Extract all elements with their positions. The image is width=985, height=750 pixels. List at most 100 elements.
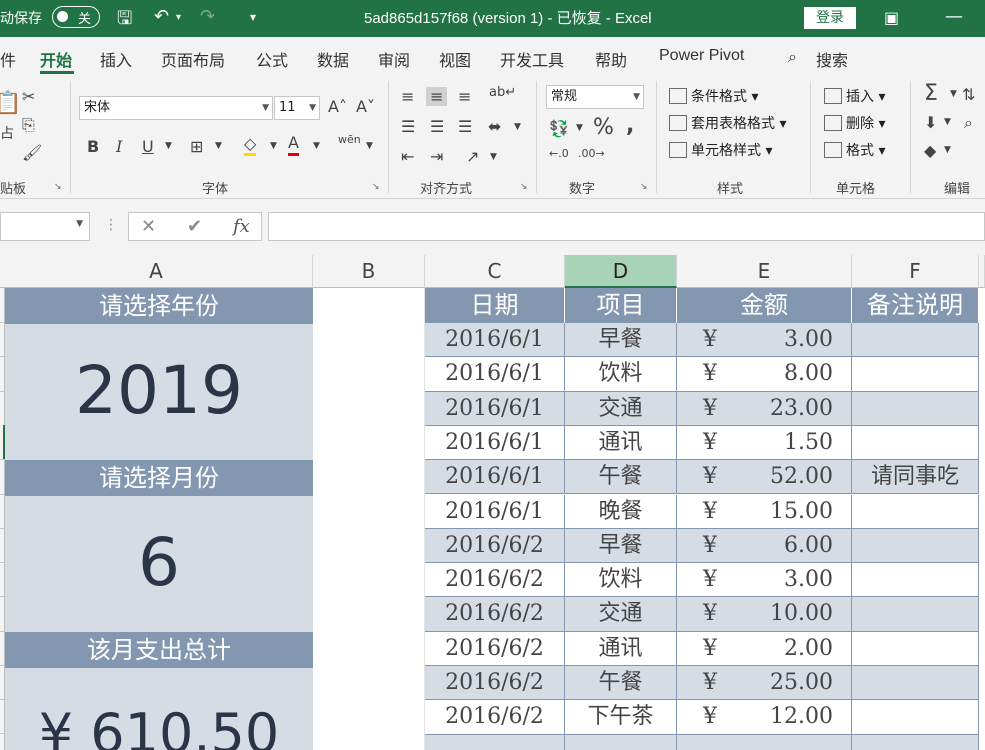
column-header-d[interactable]: D — [565, 255, 677, 288]
enter-icon[interactable]: ✔ — [187, 216, 202, 237]
insert-function-button[interactable]: fx — [233, 216, 250, 237]
insert-cells-button[interactable]: 插入 ▾ — [824, 86, 885, 106]
date-cell[interactable]: 2016/6/1 — [425, 460, 565, 494]
item-cell[interactable]: 交通 — [565, 597, 677, 631]
month-value[interactable]: 6 — [5, 496, 313, 632]
note-cell[interactable] — [852, 700, 979, 734]
item-cell[interactable]: 晚餐 — [565, 494, 677, 528]
tab-home[interactable]: 开始 — [40, 47, 72, 71]
align-center-icon[interactable]: ☰ — [430, 117, 444, 136]
amount-cell[interactable]: ¥8.00 — [677, 357, 852, 391]
clear-dropdown-icon[interactable]: ▼ — [944, 145, 951, 155]
date-cell[interactable]: 2016/6/1 — [425, 391, 565, 425]
tab-view[interactable]: 视图 — [439, 47, 471, 71]
tab-search[interactable]: 搜索 — [816, 47, 848, 71]
autosum-dropdown-icon[interactable]: ▼ — [950, 89, 957, 99]
date-cell[interactable]: 2016/6/1 — [425, 323, 565, 357]
delete-cells-button[interactable]: 删除 ▾ — [824, 113, 885, 133]
note-cell[interactable] — [852, 528, 979, 563]
item-cell[interactable]: 通讯 — [565, 631, 677, 665]
note-cell[interactable] — [852, 357, 979, 391]
align-left-icon[interactable]: ☰ — [401, 117, 415, 136]
font-size-select[interactable]: 11 ▼ — [274, 96, 320, 120]
number-launcher-icon[interactable]: ↘ — [640, 182, 648, 192]
clipboard-launcher-icon[interactable]: ↘ — [54, 182, 62, 192]
alignment-launcher-icon[interactable]: ↘ — [520, 182, 528, 192]
column-header-f[interactable]: F — [852, 255, 979, 288]
tab-help[interactable]: 帮助 — [595, 47, 627, 71]
merge-dropdown-icon[interactable]: ▼ — [514, 122, 521, 132]
fill-dropdown-icon[interactable]: ▼ — [944, 117, 951, 127]
item-cell[interactable]: 饮料 — [565, 357, 677, 391]
note-cell[interactable] — [852, 631, 979, 665]
increase-indent-icon[interactable]: ⇥ — [430, 147, 443, 166]
underline-dropdown-icon[interactable]: ▼ — [165, 141, 172, 151]
tab-formulas[interactable]: 公式 — [256, 47, 288, 71]
bold-button[interactable]: B — [87, 137, 99, 156]
undo-icon[interactable]: ↶ — [154, 6, 169, 27]
copy-icon[interactable]: ⎘ — [22, 115, 35, 135]
font-color-dropdown-icon[interactable]: ▼ — [313, 141, 320, 151]
cancel-icon[interactable]: ✕ — [141, 216, 156, 237]
undo-dropdown-icon[interactable]: ▾ — [176, 12, 181, 23]
accounting-format-icon[interactable]: 💱 — [549, 119, 569, 138]
fill-color-icon[interactable]: ◇ — [244, 135, 257, 156]
format-painter-icon[interactable]: 🖌 — [22, 143, 42, 162]
phonetic-dropdown-icon[interactable]: ▼ — [366, 141, 373, 151]
date-cell[interactable]: 2016/6/1 — [425, 357, 565, 391]
underline-button[interactable]: U — [142, 137, 154, 156]
decrease-indent-icon[interactable]: ⇤ — [401, 147, 414, 166]
align-top-icon[interactable]: ≡ — [401, 87, 414, 106]
date-cell[interactable]: 2016/6/2 — [425, 700, 565, 734]
format-cells-button[interactable]: 格式 ▾ — [824, 140, 885, 160]
tab-review[interactable]: 审阅 — [378, 47, 410, 71]
format-as-table-button[interactable]: 套用表格格式 ▾ — [669, 113, 786, 133]
decrease-decimal-icon[interactable]: .00→ — [578, 147, 605, 160]
column-header-b[interactable]: B — [313, 255, 425, 288]
percent-button[interactable]: % — [593, 115, 614, 140]
find-icon[interactable]: ⌕ — [964, 113, 973, 133]
amount-cell[interactable]: ¥3.00 — [677, 563, 852, 597]
align-bottom-icon[interactable]: ≡ — [458, 87, 471, 106]
column-header-e[interactable]: E — [677, 255, 852, 288]
note-cell[interactable] — [852, 323, 979, 357]
date-cell[interactable]: 2016/6/2 — [425, 666, 565, 700]
autosum-icon[interactable]: Σ — [924, 81, 938, 106]
font-color-icon[interactable]: A — [288, 133, 299, 156]
amount-cell[interactable]: ¥12.00 — [677, 700, 852, 734]
amount-cell[interactable] — [677, 734, 852, 750]
note-cell[interactable] — [852, 563, 979, 597]
font-name-select[interactable]: 宋体 ▼ — [79, 96, 273, 120]
date-cell[interactable]: 2016/6/1 — [425, 425, 565, 460]
align-right-icon[interactable]: ☰ — [458, 117, 472, 136]
italic-button[interactable]: I — [116, 137, 122, 156]
note-cell[interactable] — [852, 597, 979, 631]
item-cell[interactable]: 早餐 — [565, 528, 677, 563]
amount-cell[interactable]: ¥25.00 — [677, 666, 852, 700]
amount-cell[interactable]: ¥15.00 — [677, 494, 852, 528]
note-cell[interactable] — [852, 666, 979, 700]
date-cell[interactable]: 2016/6/2 — [425, 563, 565, 597]
wrap-text-icon[interactable]: ab↵ — [489, 85, 516, 100]
name-box[interactable]: ▼ — [0, 212, 90, 241]
column-header-c[interactable]: C — [425, 255, 565, 288]
increase-decimal-icon[interactable]: ←.0 — [549, 147, 569, 160]
comma-button[interactable]: , — [626, 113, 634, 138]
increase-font-icon[interactable]: A˄ — [328, 97, 347, 116]
item-cell[interactable]: 下午茶 — [565, 700, 677, 734]
ribbon-display-icon[interactable]: ▣ — [884, 8, 899, 27]
clear-icon[interactable]: ◆ — [924, 141, 936, 160]
paste-label[interactable]: 占 — [0, 123, 14, 143]
amount-cell[interactable]: ¥52.00 — [677, 460, 852, 494]
item-cell[interactable]: 交通 — [565, 391, 677, 425]
cut-icon[interactable]: ✂ — [22, 87, 35, 106]
conditional-format-button[interactable]: 条件格式 ▾ — [669, 86, 758, 106]
column-b-cells[interactable] — [313, 288, 425, 750]
sort-filter-icon[interactable]: ⇅ — [962, 85, 975, 104]
border-icon[interactable]: ⊞ — [190, 137, 203, 156]
column-g-cells[interactable] — [979, 288, 985, 750]
autosave-toggle[interactable]: 关 — [52, 6, 100, 28]
minimize-icon[interactable]: — — [945, 6, 963, 27]
formula-input[interactable] — [268, 212, 985, 241]
year-value[interactable]: 2019 — [5, 324, 313, 460]
